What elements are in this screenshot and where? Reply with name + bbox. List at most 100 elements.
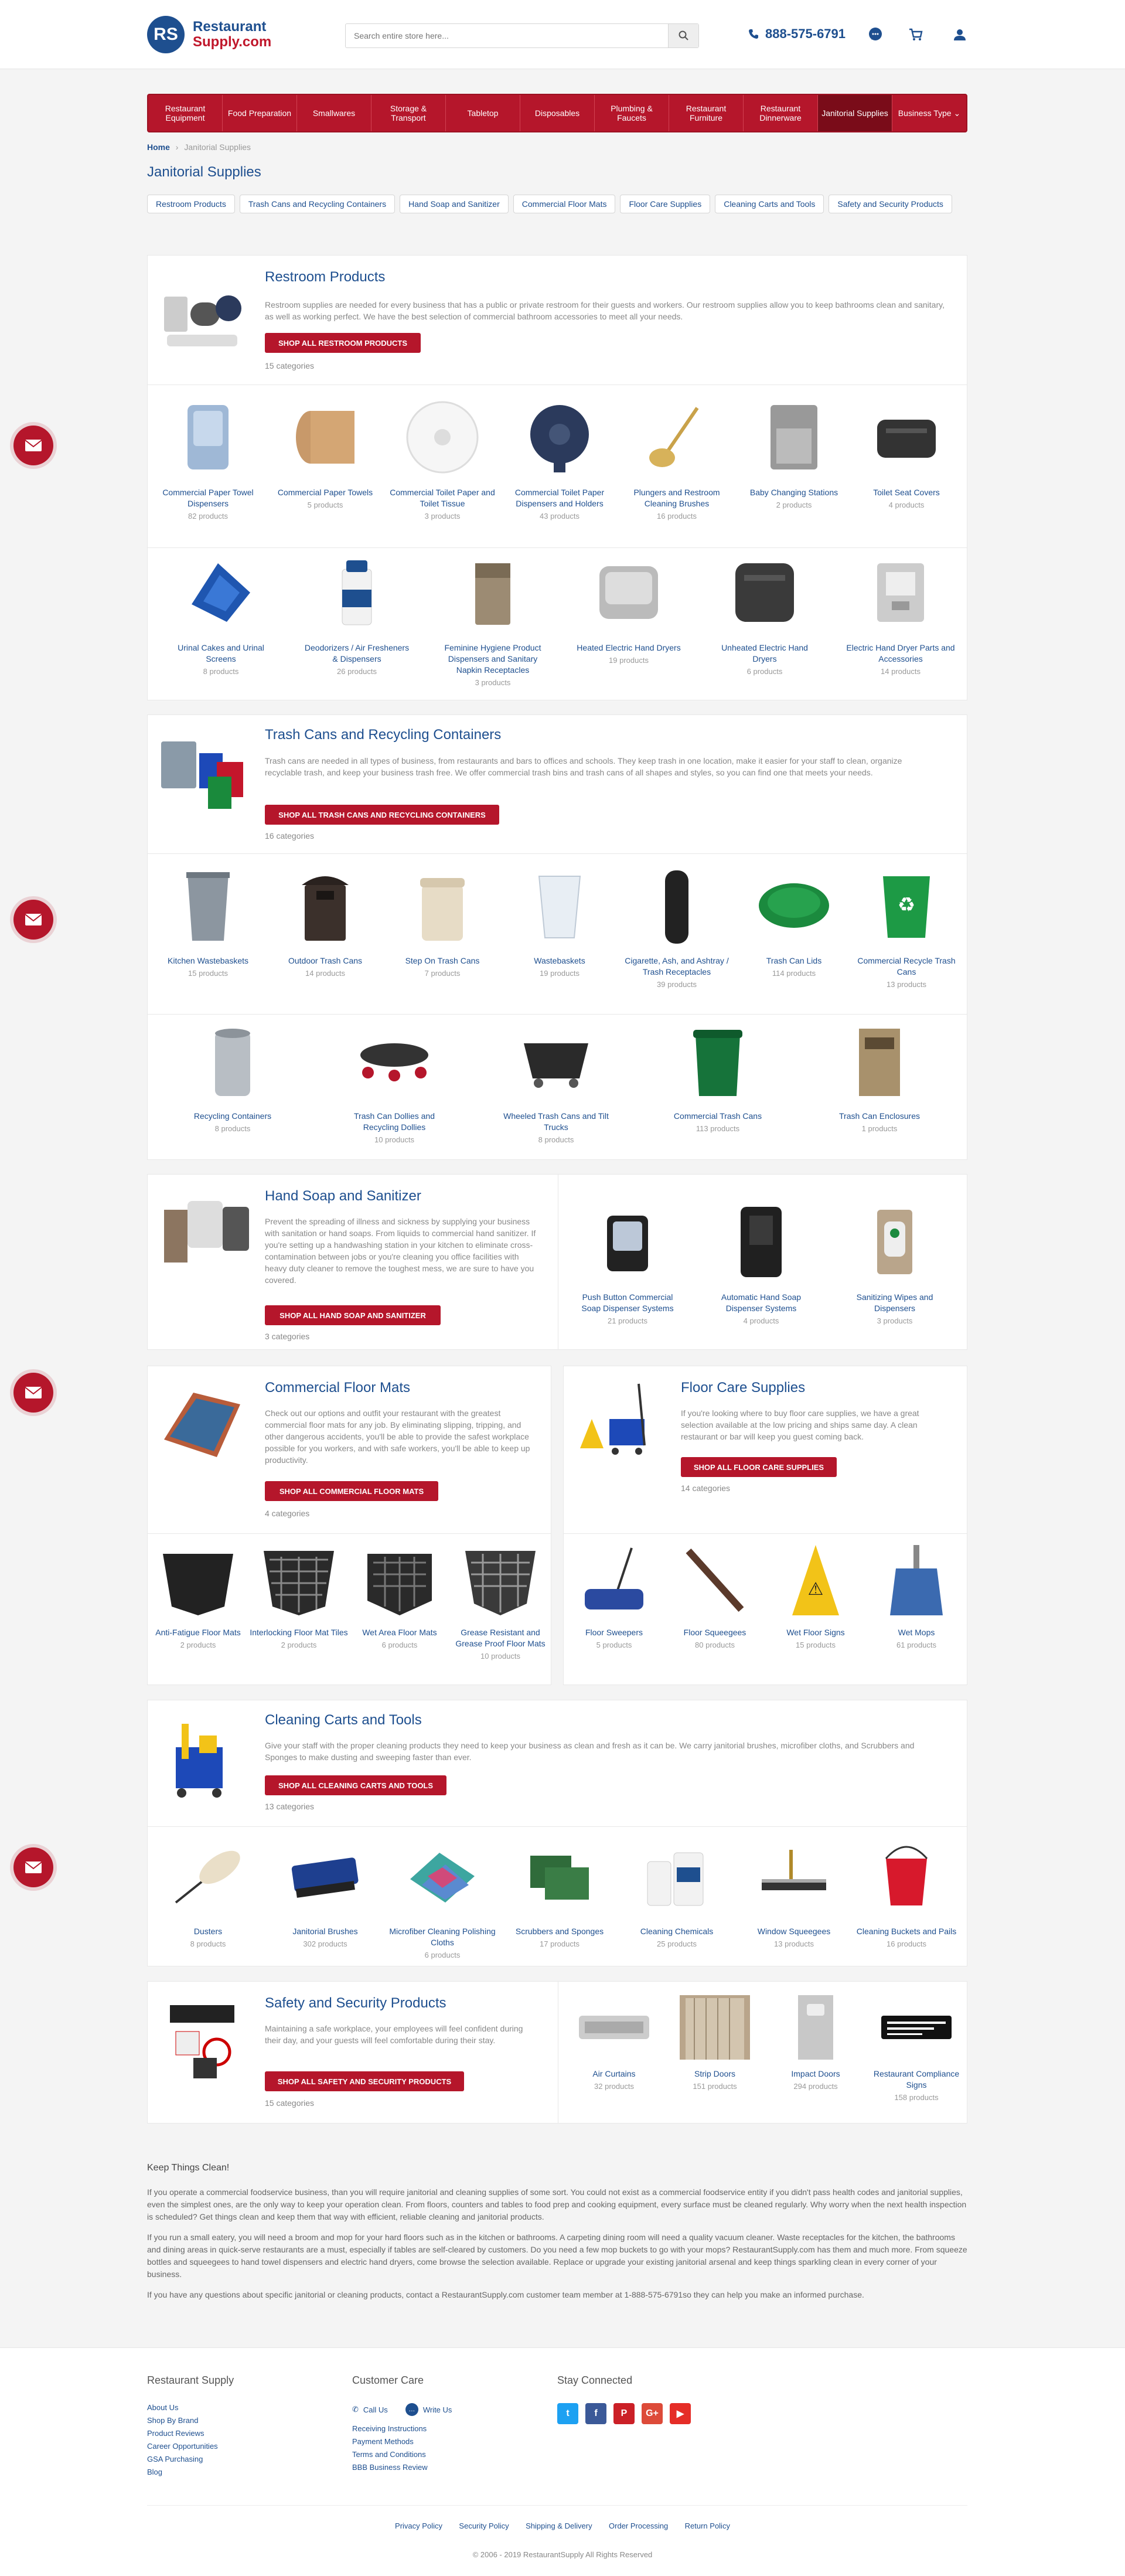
- category-item[interactable]: Plungers and Restroom Cleaning Brushes 16…: [621, 393, 732, 520]
- order-processing-link[interactable]: Order Processing: [609, 2521, 668, 2530]
- category-item[interactable]: Cigarette, Ash, and Ashtray / Trash Rece…: [621, 862, 732, 989]
- category-item[interactable]: Urinal Cakes and Urinal Screens 8 product…: [165, 549, 277, 676]
- security-policy-link[interactable]: Security Policy: [459, 2521, 509, 2530]
- shop-all-restroom-button[interactable]: SHOP ALL RESTROOM PRODUCTS: [265, 333, 421, 353]
- category-item[interactable]: Trash Can Lids 114 products: [738, 862, 850, 978]
- chip-carts[interactable]: Cleaning Carts and Tools: [715, 195, 824, 213]
- category-item[interactable]: Sanitizing Wipes and Dispensers 3 product…: [839, 1198, 950, 1325]
- chip-safety[interactable]: Safety and Security Products: [829, 195, 952, 213]
- footer-link[interactable]: Receiving Instructions: [352, 2424, 452, 2433]
- footer-link[interactable]: Blog: [147, 2468, 234, 2476]
- category-item[interactable]: Deodorizers / Air Fresheners & Dispenser…: [301, 549, 412, 676]
- chip-floorcare[interactable]: Floor Care Supplies: [620, 195, 711, 213]
- pinterest-icon[interactable]: P: [613, 2403, 635, 2424]
- category-item[interactable]: Commercial Trash Cans 113 products: [662, 1017, 773, 1133]
- category-item[interactable]: Commercial Toilet Paper Dispensers and H…: [504, 393, 615, 520]
- write-us-link[interactable]: … Write Us: [405, 2403, 452, 2416]
- shop-all-floorcare-button[interactable]: SHOP ALL FLOOR CARE SUPPLIES: [681, 1457, 837, 1477]
- chip-mats[interactable]: Commercial Floor Mats: [513, 195, 616, 213]
- category-item[interactable]: Floor Squeegees 80 products: [664, 1539, 765, 1649]
- footer-link[interactable]: GSA Purchasing: [147, 2455, 234, 2463]
- breadcrumb-home[interactable]: Home: [147, 142, 170, 152]
- shop-all-mats-button[interactable]: SHOP ALL COMMERCIAL FLOOR MATS: [265, 1481, 438, 1501]
- category-item[interactable]: Impact Doors 294 products: [765, 1992, 866, 2091]
- google-plus-icon[interactable]: G+: [642, 2403, 663, 2424]
- search-button[interactable]: [668, 24, 698, 47]
- category-item[interactable]: Step On Trash Cans 7 products: [387, 862, 498, 978]
- category-item[interactable]: Restaurant Compliance Signs 158 products: [866, 1992, 967, 2102]
- youtube-icon[interactable]: ▶: [670, 2403, 691, 2424]
- category-item[interactable]: Automatic Hand Soap Dispenser Systems 4 p…: [705, 1198, 817, 1325]
- category-item[interactable]: Heated Electric Hand Dryers 19 products: [573, 549, 684, 665]
- shipping-delivery-link[interactable]: Shipping & Delivery: [526, 2521, 592, 2530]
- shop-all-trash-button[interactable]: SHOP ALL TRASH CANS AND RECYCLING CONTAI…: [265, 805, 499, 825]
- nav-plumbing-faucets[interactable]: Plumbing & Faucets: [595, 95, 669, 131]
- category-item[interactable]: Electric Hand Dryer Parts and Accessorie…: [845, 549, 956, 676]
- nav-janitorial-supplies[interactable]: Janitorial Supplies: [818, 95, 892, 131]
- footer-link[interactable]: About Us: [147, 2403, 234, 2412]
- shop-all-carts-button[interactable]: SHOP ALL CLEANING CARTS AND TOOLS: [265, 1775, 446, 1795]
- category-item[interactable]: Commercial Paper Towels 5 products: [270, 393, 381, 509]
- nav-storage-transport[interactable]: Storage & Transport: [371, 95, 446, 131]
- category-item[interactable]: Cleaning Buckets and Pails 16 products: [851, 1832, 962, 1948]
- category-item[interactable]: Microfiber Cleaning Polishing Cloths 6 pr…: [387, 1832, 498, 1959]
- category-item[interactable]: Grease Resistant and Grease Proof Floor …: [450, 1539, 551, 1660]
- email-button[interactable]: [13, 1373, 53, 1413]
- category-item[interactable]: Wet Mops 61 products: [866, 1539, 967, 1649]
- footer-link[interactable]: Payment Methods: [352, 2437, 452, 2446]
- category-item[interactable]: Wet Area Floor Mats 6 products: [349, 1539, 450, 1649]
- footer-link[interactable]: Shop By Brand: [147, 2416, 234, 2425]
- category-item[interactable]: Trash Can Dollies and Recycling Dollies 1…: [339, 1017, 450, 1144]
- search-input[interactable]: [346, 24, 662, 47]
- chip-trash[interactable]: Trash Cans and Recycling Containers: [239, 195, 396, 213]
- nav-smallwares[interactable]: Smallwares: [297, 95, 371, 131]
- category-item[interactable]: Recycling Containers 8 products: [177, 1017, 288, 1133]
- return-policy-link[interactable]: Return Policy: [685, 2521, 730, 2530]
- footer-link[interactable]: Terms and Conditions: [352, 2450, 452, 2459]
- chip-restroom[interactable]: Restroom Products: [147, 195, 235, 213]
- category-item[interactable]: Baby Changing Stations 2 products: [738, 393, 850, 509]
- nav-restaurant-dinnerware[interactable]: Restaurant Dinnerware: [744, 95, 818, 131]
- chip-soap[interactable]: Hand Soap and Sanitizer: [400, 195, 509, 213]
- shop-all-safety-button[interactable]: SHOP ALL SAFETY AND SECURITY PRODUCTS: [265, 2071, 464, 2091]
- category-item[interactable]: Floor Sweepers 5 products: [564, 1539, 664, 1649]
- category-item[interactable]: Scrubbers and Sponges 17 products: [504, 1832, 615, 1948]
- twitter-icon[interactable]: t: [557, 2403, 578, 2424]
- category-item[interactable]: Push Button Commercial Soap Dispenser Sy…: [572, 1198, 683, 1325]
- nav-business-type[interactable]: Business Type ⌄: [892, 95, 966, 131]
- footer-link[interactable]: Product Reviews: [147, 2429, 234, 2438]
- nav-restaurant-equipment[interactable]: Restaurant Equipment: [148, 95, 223, 131]
- nav-food-preparation[interactable]: Food Preparation: [223, 95, 297, 131]
- privacy-policy-link[interactable]: Privacy Policy: [395, 2521, 442, 2530]
- account-button[interactable]: [951, 26, 969, 43]
- category-item[interactable]: Commercial Paper Towel Dispensers 82 prod…: [152, 393, 264, 520]
- category-item[interactable]: Dusters 8 products: [152, 1832, 264, 1948]
- category-item[interactable]: Strip Doors 151 products: [664, 1992, 765, 2091]
- category-item[interactable]: Janitorial Brushes 302 products: [270, 1832, 381, 1948]
- chat-button[interactable]: [867, 26, 884, 43]
- email-button[interactable]: [13, 900, 53, 940]
- facebook-icon[interactable]: f: [585, 2403, 606, 2424]
- footer-link[interactable]: BBB Business Review: [352, 2463, 452, 2472]
- category-item[interactable]: Trash Can Enclosures 1 products: [824, 1017, 935, 1133]
- category-item[interactable]: Anti-Fatigue Floor Mats 2 products: [148, 1539, 248, 1649]
- shop-all-soap-button[interactable]: SHOP ALL HAND SOAP AND SANITIZER: [265, 1305, 441, 1325]
- call-us-link[interactable]: ✆ Call Us: [352, 2403, 388, 2416]
- category-item[interactable]: ⚠ Wet Floor Signs 15 products: [765, 1539, 866, 1649]
- nav-restaurant-furniture[interactable]: Restaurant Furniture: [669, 95, 744, 131]
- category-item[interactable]: Wheeled Trash Cans and Tilt Trucks 8 prod…: [500, 1017, 612, 1144]
- category-item[interactable]: Window Squeegees 13 products: [738, 1832, 850, 1948]
- nav-disposables[interactable]: Disposables: [520, 95, 595, 131]
- category-item[interactable]: Kitchen Wastebaskets 15 products: [152, 862, 264, 978]
- category-item[interactable]: Commercial Toilet Paper and Toilet Tissu…: [387, 393, 498, 520]
- category-item[interactable]: Interlocking Floor Mat Tiles 2 products: [248, 1539, 349, 1649]
- category-item[interactable]: Cleaning Chemicals 25 products: [621, 1832, 732, 1948]
- category-item[interactable]: ♻ Commercial Recycle Trash Cans 13 product…: [851, 862, 962, 989]
- site-logo[interactable]: RS Restaurant Supply.com: [147, 16, 299, 55]
- category-item[interactable]: Toilet Seat Covers 4 products: [851, 393, 962, 509]
- email-button[interactable]: [13, 426, 53, 465]
- category-item[interactable]: Unheated Electric Hand Dryers 6 products: [709, 549, 820, 676]
- category-item[interactable]: Wastebaskets 19 products: [504, 862, 615, 978]
- category-item[interactable]: Outdoor Trash Cans 14 products: [270, 862, 381, 978]
- category-item[interactable]: Feminine Hygiene Product Dispensers and …: [437, 549, 548, 687]
